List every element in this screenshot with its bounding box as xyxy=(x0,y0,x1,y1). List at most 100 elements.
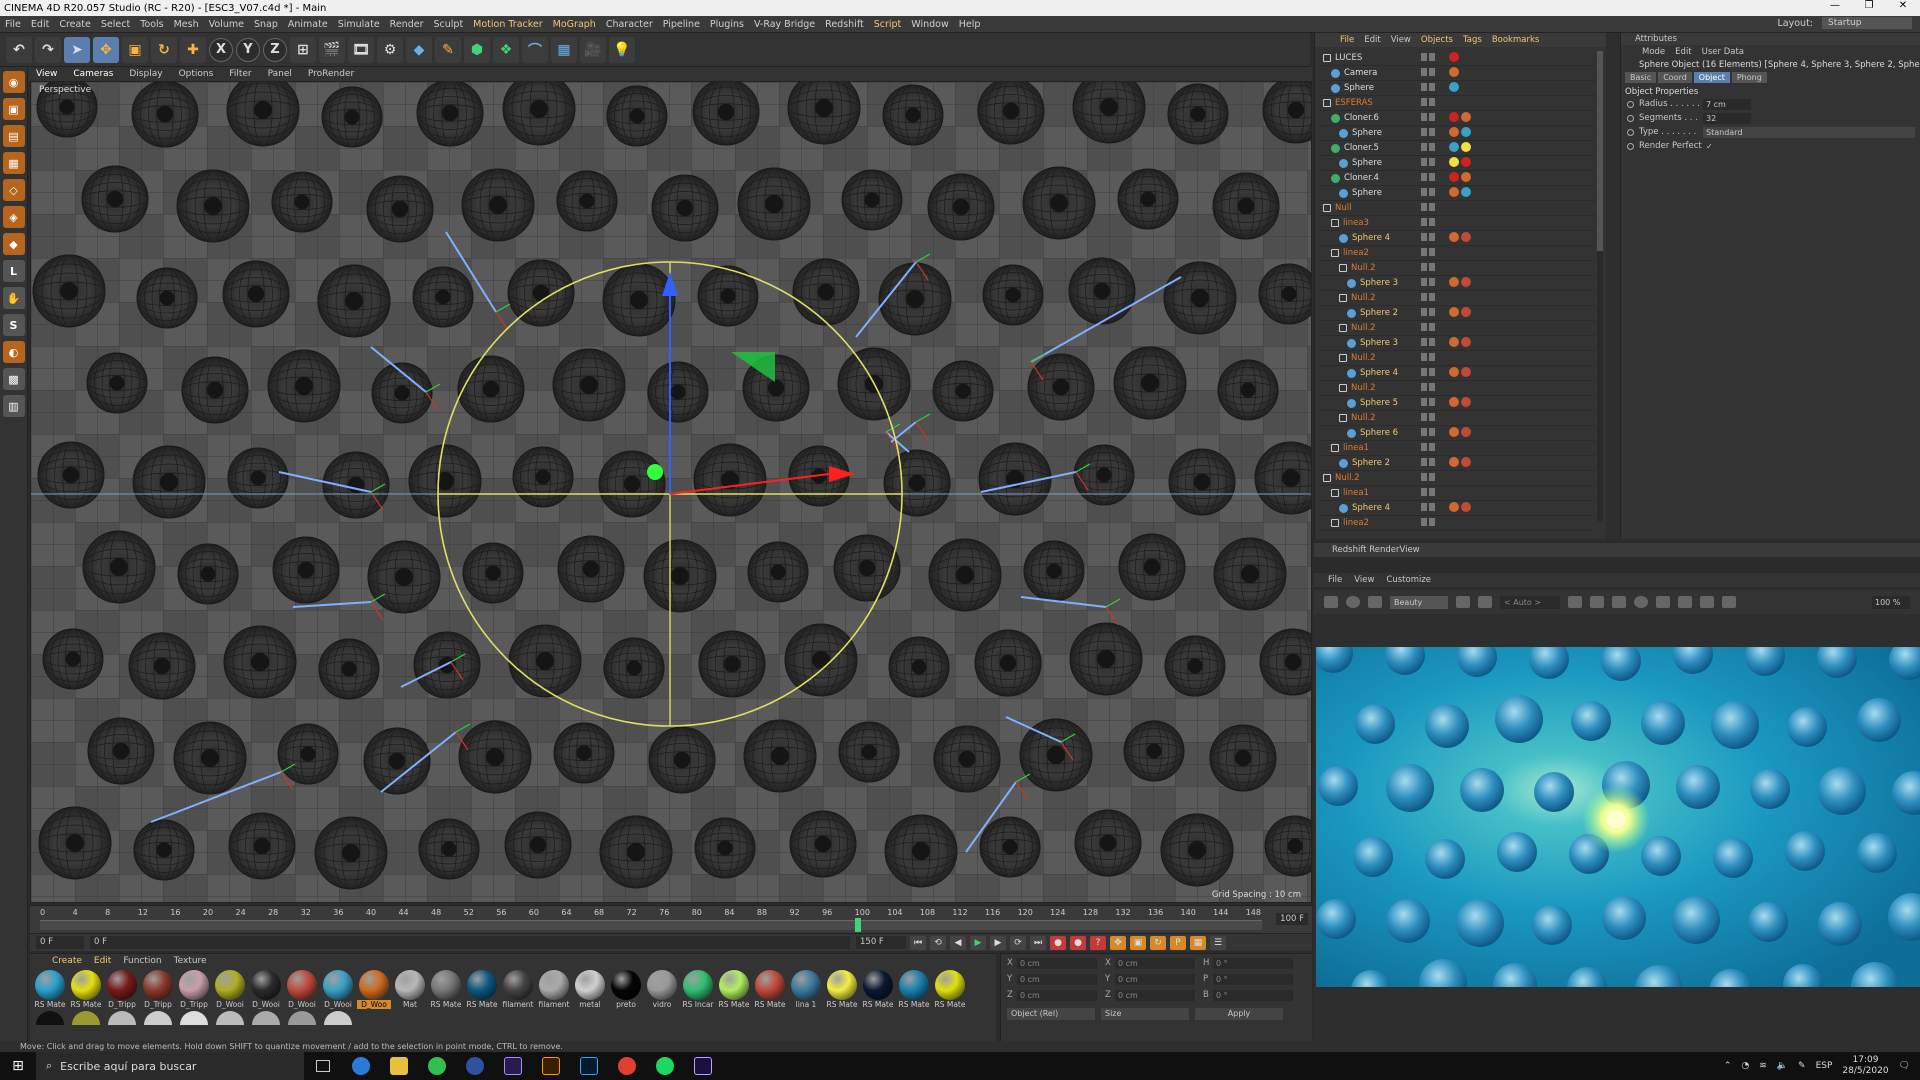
material-preview[interactable] xyxy=(288,1011,316,1025)
material-swatch[interactable]: RS Mate xyxy=(824,970,860,1010)
redo-icon[interactable]: ↷ xyxy=(35,36,61,63)
add-icon[interactable]: ✚ xyxy=(180,36,206,63)
material-swatch[interactable]: RS Mate xyxy=(68,970,104,1010)
menu-edit[interactable]: Edit xyxy=(26,19,54,30)
refresh-icon[interactable] xyxy=(1368,596,1382,608)
polygons-mode-icon[interactable]: ◆ xyxy=(2,233,25,255)
enable-check-icon[interactable] xyxy=(1429,353,1435,361)
menu-v-ray-bridge[interactable]: V-Ray Bridge xyxy=(749,19,820,30)
tag-icon[interactable] xyxy=(1461,277,1471,287)
material-preview[interactable] xyxy=(324,1011,352,1025)
autokey-icon[interactable]: ● xyxy=(1070,935,1086,950)
visibility-dot[interactable] xyxy=(1421,128,1427,136)
material-swatch[interactable]: D_Wooi xyxy=(212,970,248,1010)
material-swatch[interactable]: D_Woo xyxy=(356,970,392,1010)
visibility-flags[interactable] xyxy=(1421,53,1435,61)
attr-property-value[interactable]: ✓ xyxy=(1703,141,1751,152)
attr-tab-object[interactable]: Object xyxy=(1693,72,1730,83)
visibility-dot[interactable] xyxy=(1421,473,1427,481)
object-row[interactable]: linea1 xyxy=(1319,486,1595,501)
material-swatch[interactable]: lina 1 xyxy=(788,970,824,1010)
object-row[interactable]: Sphere 2 xyxy=(1319,306,1595,321)
enable-check-icon[interactable] xyxy=(1429,473,1435,481)
enable-check-icon[interactable] xyxy=(1429,218,1435,226)
object-row[interactable]: Sphere 3 xyxy=(1319,336,1595,351)
prev-frame-icon[interactable]: ◀ xyxy=(950,935,966,950)
planar-icon[interactable]: ▥ xyxy=(2,395,25,417)
visibility-dot[interactable] xyxy=(1421,413,1427,421)
visibility-dot[interactable] xyxy=(1421,53,1427,61)
illustrator-icon[interactable] xyxy=(532,1052,570,1080)
timeline-window-icon[interactable]: ☰ xyxy=(1210,935,1226,950)
visibility-flags[interactable] xyxy=(1421,293,1435,301)
language-indicator[interactable]: ESP xyxy=(1816,1061,1833,1071)
animate-dot-icon[interactable] xyxy=(1627,128,1634,136)
volume-icon[interactable]: 🔈 xyxy=(1777,1061,1788,1071)
object-row[interactable]: Sphere xyxy=(1319,126,1595,141)
make-editable-icon[interactable]: ◉ xyxy=(2,71,25,93)
prev-key-icon[interactable]: ⟲ xyxy=(930,935,946,950)
visibility-dot[interactable] xyxy=(1421,248,1427,256)
visibility-flags[interactable] xyxy=(1421,428,1435,436)
enable-check-icon[interactable] xyxy=(1429,248,1435,256)
undo-icon[interactable]: ↶ xyxy=(6,36,32,63)
material-preview[interactable] xyxy=(144,1011,172,1025)
play-icon[interactable]: ▶ xyxy=(970,935,986,950)
snapshot-icon[interactable] xyxy=(1700,596,1714,608)
texture-mode-icon[interactable]: ▤ xyxy=(2,125,25,147)
timeline-playhead[interactable] xyxy=(854,918,861,932)
windows-start-icon[interactable]: ⊞ xyxy=(0,1052,36,1080)
object-row[interactable]: Null.2 xyxy=(1319,411,1595,426)
render-picture-icon[interactable]: 🎞 xyxy=(348,36,374,63)
material-swatch[interactable]: RS Mate xyxy=(428,970,464,1010)
axis-mode-icon[interactable]: L xyxy=(2,260,25,282)
tag-icon[interactable] xyxy=(1449,82,1459,92)
pen-icon[interactable]: ✎ xyxy=(1798,1061,1806,1071)
tag-icon[interactable] xyxy=(1449,307,1459,317)
light-icon[interactable]: 💡 xyxy=(609,36,635,63)
menu-volume[interactable]: Volume xyxy=(204,19,249,30)
material-swatch[interactable]: metal xyxy=(572,970,608,1010)
viewport-menu-filter[interactable]: Filter xyxy=(221,69,259,79)
enable-check-icon[interactable] xyxy=(1429,98,1435,106)
material-swatch[interactable]: RS Mate xyxy=(860,970,896,1010)
material-menu-create[interactable]: Create xyxy=(46,956,88,966)
menu-create[interactable]: Create xyxy=(54,19,96,30)
object-row[interactable]: linea2 xyxy=(1319,516,1595,531)
visibility-dot[interactable] xyxy=(1421,368,1427,376)
tag-icon[interactable] xyxy=(1449,172,1459,182)
tag-icon[interactable] xyxy=(1461,337,1471,347)
visibility-dot[interactable] xyxy=(1421,308,1427,316)
tag-icon[interactable] xyxy=(1461,367,1471,377)
tag-icon[interactable] xyxy=(1449,367,1459,377)
object-menu-bookmarks[interactable]: Bookmarks xyxy=(1487,35,1545,45)
visibility-dot[interactable] xyxy=(1421,443,1427,451)
attr-tab-phong[interactable]: Phong xyxy=(1731,72,1767,83)
current-frame-field[interactable]: 0 F xyxy=(90,936,850,949)
enable-check-icon[interactable] xyxy=(1429,158,1435,166)
viewport-menu-cameras[interactable]: Cameras xyxy=(65,69,121,79)
renderview-menu-view[interactable]: View xyxy=(1348,575,1380,585)
cube-icon[interactable]: ◆ xyxy=(406,36,432,63)
object-menu-edit[interactable]: Edit xyxy=(1359,35,1385,45)
visibility-flags[interactable] xyxy=(1421,98,1435,106)
coord-field[interactable]: 0 cm xyxy=(1017,973,1097,985)
tag-icon[interactable] xyxy=(1449,127,1459,137)
object-menu-file[interactable]: File xyxy=(1335,35,1359,45)
visibility-flags[interactable] xyxy=(1421,503,1435,511)
visibility-dot[interactable] xyxy=(1421,518,1427,526)
visibility-flags[interactable] xyxy=(1421,188,1435,196)
visibility-dot[interactable] xyxy=(1421,98,1427,106)
material-swatch[interactable]: RS Incar xyxy=(680,970,716,1010)
enable-check-icon[interactable] xyxy=(1429,458,1435,466)
sculpt-icon[interactable]: ◐ xyxy=(2,341,25,363)
menu-window[interactable]: Window xyxy=(906,19,953,30)
menu-animate[interactable]: Animate xyxy=(283,19,333,30)
material-swatch[interactable]: RS Mate xyxy=(932,970,968,1010)
attr-property-value[interactable]: 7 cm xyxy=(1703,98,1751,110)
next-frame-icon[interactable]: ▶ xyxy=(990,935,1006,950)
coord-system-icon[interactable]: ⊞ xyxy=(290,36,316,63)
object-menu-tags[interactable]: Tags xyxy=(1458,35,1487,45)
visibility-dot[interactable] xyxy=(1421,353,1427,361)
visibility-flags[interactable] xyxy=(1421,368,1435,376)
